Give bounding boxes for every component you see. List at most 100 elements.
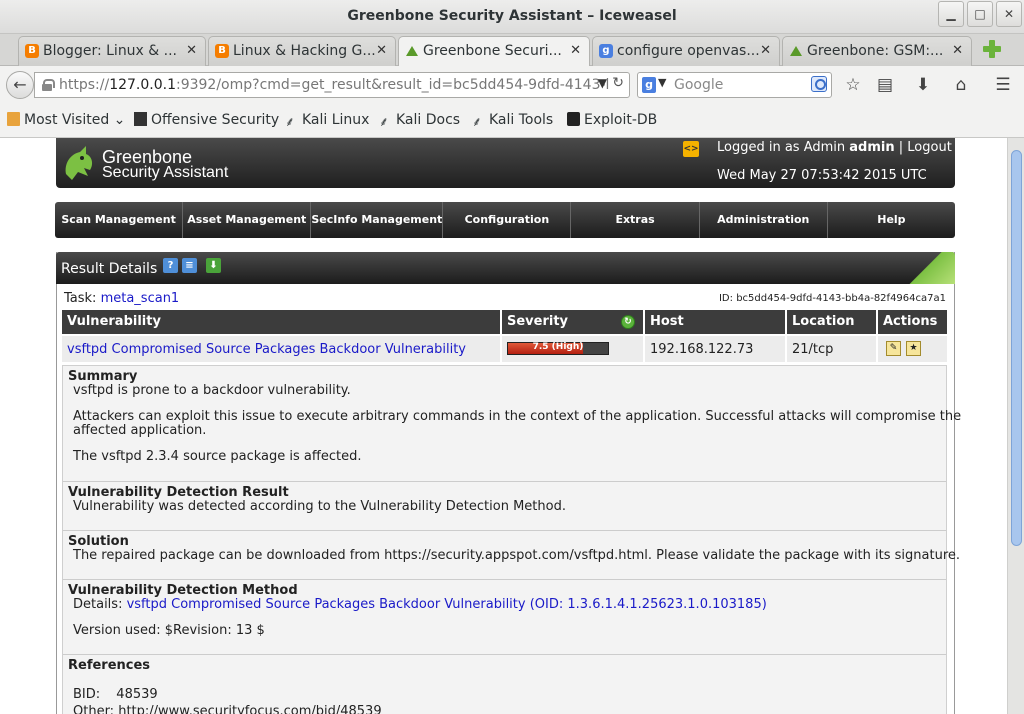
bookmark-kali-linux[interactable]: ⸙ Kali Linux	[285, 112, 369, 130]
detection-result-section: Vulnerability Detection Result Vulnerabi…	[63, 481, 946, 530]
close-tab-icon[interactable]: ✕	[376, 43, 387, 58]
menu-scan-management[interactable]: Scan Management	[55, 202, 184, 238]
severity-bar: 7.5 (High)	[507, 342, 609, 355]
other-label: Other:	[73, 704, 115, 714]
tab-configure-openvas[interactable]: g configure openvas... ✕	[592, 36, 780, 66]
blogger-icon: B	[25, 44, 39, 58]
col-host[interactable]: Host	[645, 310, 785, 334]
back-button[interactable]: ←	[6, 71, 34, 99]
menu-administration[interactable]: Administration	[700, 202, 828, 238]
refresh-icon[interactable]: ↻	[621, 315, 635, 329]
panel-title: Result Details	[61, 261, 158, 277]
bookmarks-list-icon[interactable]: ▤	[875, 75, 895, 95]
greenbone-logo-icon	[65, 146, 93, 180]
url-bar[interactable]: https://127.0.0.1:9392/omp?cmd=get_resul…	[34, 72, 630, 98]
logout-link[interactable]: Logout	[907, 140, 952, 155]
chevron-down-icon: ⌄	[113, 112, 126, 128]
details-label: Details:	[73, 597, 123, 612]
search-icon[interactable]	[811, 76, 827, 92]
tab-label: configure openvas...	[617, 43, 760, 59]
maximize-button[interactable]: □	[967, 1, 993, 27]
solution-heading: Solution	[68, 534, 129, 549]
other-value[interactable]: http://www.securityfocus.com/bid/48539	[118, 704, 381, 714]
bookmark-offensive-security[interactable]: Offensive Security	[134, 112, 279, 128]
bookmark-label: Kali Linux	[302, 112, 370, 128]
close-tab-icon[interactable]: ✕	[570, 43, 581, 58]
bookmark-label: Most Visited	[24, 112, 110, 128]
downloads-icon[interactable]: ⬇	[913, 75, 933, 95]
exploitdb-icon	[567, 112, 580, 126]
cell-severity: 7.5 (High)	[502, 336, 643, 362]
col-vulnerability[interactable]: Vulnerability	[62, 310, 500, 334]
bookmark-label: Kali Docs	[396, 112, 461, 128]
tab-label: Blogger: Linux & ...	[43, 43, 178, 59]
close-tab-icon[interactable]: ✕	[760, 43, 771, 58]
close-tab-icon[interactable]: ✕	[952, 43, 963, 58]
summary-heading: Summary	[68, 369, 138, 384]
bookmark-most-visited[interactable]: Most Visited ⌄	[7, 112, 125, 128]
bookmark-kali-docs[interactable]: ⸙ Kali Docs	[379, 112, 460, 130]
help-icon[interactable]: ?	[163, 258, 178, 273]
minimize-button[interactable]: ▁	[938, 1, 964, 27]
menu-configuration[interactable]: Configuration	[443, 202, 572, 238]
username: admin	[849, 140, 895, 155]
tab-greenbone-active[interactable]: Greenbone Securi... ✕	[398, 36, 590, 67]
list-icon[interactable]: ≡	[182, 258, 197, 273]
window-controls: ▁ □ ✕	[938, 1, 1022, 27]
offsec-icon	[134, 112, 147, 126]
tab-linux-hacking[interactable]: B Linux & Hacking G... ✕	[208, 36, 396, 66]
home-icon[interactable]: ⌂	[951, 75, 971, 95]
menu-secinfo-management[interactable]: SecInfo Management	[311, 202, 444, 238]
version-value: $Revision: 13 $	[164, 623, 265, 638]
col-location[interactable]: Location	[787, 310, 876, 334]
tab-bar: B Blogger: Linux & ... ✕ B Linux & Hacki…	[0, 34, 1024, 67]
tab-label: Linux & Hacking G...	[233, 43, 376, 59]
detection-method-section: Vulnerability Detection Method Details: …	[63, 579, 946, 654]
cell-location: 21/tcp	[787, 336, 876, 362]
id-value: bc5dd454-9dfd-4143-bb4a-82f4964ca7a1	[736, 293, 946, 304]
engine-dropdown-icon[interactable]: ▼	[658, 76, 666, 89]
reload-icon[interactable]: ↻	[612, 75, 624, 91]
greenbone-icon	[405, 44, 419, 58]
add-note-icon[interactable]: ✎	[886, 341, 901, 356]
add-override-icon[interactable]: ★	[906, 341, 921, 356]
kali-icon: ⸙	[472, 115, 482, 130]
tab-greenbone-gsm[interactable]: Greenbone: GSM:... ✕	[782, 36, 972, 66]
close-window-button[interactable]: ✕	[996, 1, 1022, 27]
logo-subtitle: Security Assistant	[102, 164, 229, 181]
bookmarks-toolbar: Most Visited ⌄ Offensive Security ⸙ Kali …	[0, 102, 1024, 138]
bookmark-star-icon[interactable]: ☆	[843, 75, 863, 95]
menu-asset-management[interactable]: Asset Management	[183, 202, 312, 238]
menu-extras[interactable]: Extras	[571, 202, 700, 238]
download-icon[interactable]: ⬇	[206, 258, 221, 273]
close-tab-icon[interactable]: ✕	[186, 43, 197, 58]
login-info: Logged in as Admin admin | Logout	[717, 140, 952, 155]
url-host: 127.0.0.1	[109, 77, 176, 93]
reference-other: Other: http://www.securityfocus.com/bid/…	[73, 704, 382, 714]
bookmark-kali-tools[interactable]: ⸙ Kali Tools	[472, 112, 553, 130]
cell-actions: ✎ ★	[878, 336, 947, 362]
references-heading: References	[68, 658, 151, 673]
task-link[interactable]: meta_scan1	[101, 291, 180, 306]
col-severity[interactable]: Severity ↻	[502, 310, 643, 334]
search-bar[interactable]: g ▼ Google	[637, 72, 832, 98]
vulnerability-link[interactable]: vsftpd Compromised Source Packages Backd…	[67, 342, 466, 357]
search-placeholder: Google	[674, 77, 724, 93]
nvt-details-link[interactable]: vsftpd Compromised Source Packages Backd…	[127, 597, 767, 612]
solution-section: Solution The repaired package can be dow…	[63, 530, 960, 579]
cell-host: 192.168.122.73	[645, 336, 785, 362]
url-scheme: https://	[59, 77, 110, 93]
tab-blogger[interactable]: B Blogger: Linux & ... ✕	[18, 36, 206, 66]
vertical-scrollbar[interactable]	[1007, 138, 1024, 714]
page-content: Greenbone Security Assistant <> Logged i…	[0, 138, 1007, 714]
new-tab-plus-icon[interactable]	[983, 40, 1001, 58]
lock-icon	[42, 79, 55, 91]
google-engine-icon[interactable]: g	[642, 77, 656, 93]
url-history-dropdown-icon[interactable]: ▼	[598, 76, 607, 90]
id-label: ID:	[718, 293, 733, 304]
scrollbar-thumb[interactable]	[1011, 150, 1022, 546]
menu-icon[interactable]: ☰	[993, 75, 1013, 95]
bookmark-exploit-db[interactable]: Exploit-DB	[567, 112, 657, 128]
code-icon[interactable]: <>	[683, 141, 699, 157]
menu-help[interactable]: Help	[828, 202, 955, 238]
